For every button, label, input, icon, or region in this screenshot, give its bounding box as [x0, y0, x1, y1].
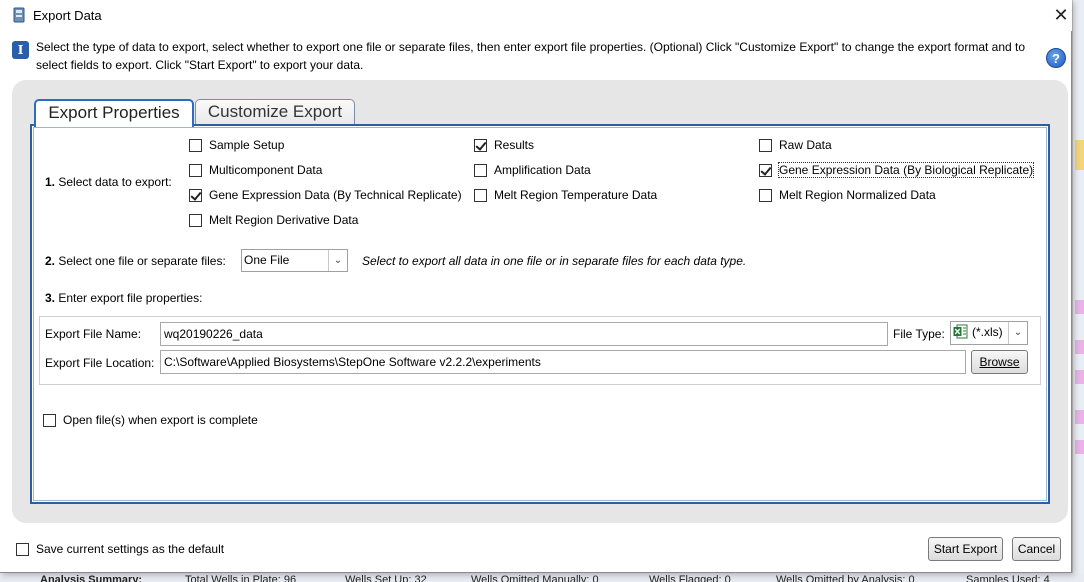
checkbox-melt-region-derivative[interactable]: Melt Region Derivative Data [189, 213, 358, 227]
status-wells-flagged: Wells Flagged: 0 [649, 574, 731, 582]
step3-label: 3. Enter export file properties: [45, 291, 202, 305]
checkbox-box[interactable] [759, 138, 772, 152]
step3-text: Enter export file properties: [58, 291, 203, 305]
step1-number: 1. [45, 175, 56, 189]
checkbox-label: Multicomponent Data [209, 163, 323, 177]
background-status-bar: Analysis Summary: Total Wells in Plate: … [0, 573, 1084, 582]
checkbox-label: Gene Expression Data (By Technical Repli… [209, 188, 462, 202]
checkbox-box[interactable] [759, 163, 772, 177]
background-app-edge [1072, 0, 1084, 582]
export-data-dialog: Export Data ✕ I Select the type of data … [0, 0, 1072, 573]
status-wells-omitted-manually: Wells Omitted Manually: 0 [471, 574, 599, 582]
checkbox-gene-expression-biological[interactable]: Gene Expression Data (By Biological Repl… [759, 162, 1035, 178]
file-type-select[interactable]: (*.xls) ⌄ [950, 321, 1028, 345]
checkbox-label: Amplification Data [494, 163, 591, 177]
checkbox-box[interactable] [474, 138, 487, 152]
close-icon[interactable]: ✕ [1050, 3, 1072, 27]
file-name-label: Export File Name: [45, 327, 142, 341]
file-mode-value: One File [244, 253, 290, 267]
tab-customize-export[interactable]: Customize Export [195, 99, 355, 125]
checkbox-box[interactable] [474, 163, 487, 177]
browse-button-label: Browse [979, 355, 1020, 369]
checkbox-label: Raw Data [779, 138, 832, 152]
checkbox-raw-data[interactable]: Raw Data [759, 138, 832, 152]
checkbox-label: Open file(s) when export is complete [63, 413, 258, 427]
excel-icon [953, 324, 968, 339]
checkbox-box[interactable] [189, 138, 202, 152]
checkbox-melt-region-normalized[interactable]: Melt Region Normalized Data [759, 188, 936, 202]
step2-number: 2. [45, 254, 56, 268]
file-location-label: Export File Location: [45, 356, 155, 370]
checkbox-open-when-complete[interactable]: Open file(s) when export is complete [43, 413, 258, 427]
start-export-button[interactable]: Start Export [928, 537, 1003, 561]
file-name-input[interactable]: wq20190226_data [160, 322, 888, 346]
checkbox-label: Melt Region Temperature Data [494, 188, 658, 202]
checkbox-multicomponent-data[interactable]: Multicomponent Data [189, 163, 322, 177]
checkbox-sample-setup[interactable]: Sample Setup [189, 138, 284, 152]
checkbox-box[interactable] [43, 413, 56, 427]
title-bar: Export Data ✕ [0, 0, 1072, 31]
step2-text: Select one file or separate files: [58, 254, 226, 268]
file-type-value: (*.xls) [972, 325, 1003, 339]
app-icon [13, 7, 25, 23]
status-wells-set-up: Wells Set Up: 32 [345, 574, 427, 582]
status-analysis-summary: Analysis Summary: [40, 574, 143, 582]
checkbox-label: Gene Expression Data (By Biological Repl… [777, 162, 1035, 178]
checkbox-gene-expression-technical[interactable]: Gene Expression Data (By Technical Repli… [189, 188, 462, 202]
checkbox-save-default[interactable]: Save current settings as the default [16, 542, 224, 556]
dialog-title: Export Data [33, 8, 102, 23]
checkbox-label: Melt Region Normalized Data [779, 188, 936, 202]
instructions-text: Select the type of data to export, selec… [36, 40, 1026, 72]
step1-label: 1. Select data to export: [45, 175, 172, 189]
checkbox-box[interactable] [189, 213, 202, 227]
checkbox-box[interactable] [16, 542, 29, 556]
checkbox-results[interactable]: Results [474, 138, 534, 152]
checkbox-melt-region-temperature[interactable]: Melt Region Temperature Data [474, 188, 657, 202]
status-wells-omitted-analysis: Wells Omitted by Analysis: 0 [776, 574, 915, 582]
help-icon[interactable]: ? [1046, 48, 1066, 68]
checkbox-box[interactable] [189, 163, 202, 177]
info-icon: I [12, 41, 29, 59]
cancel-button[interactable]: Cancel [1012, 537, 1061, 561]
status-samples-used: Samples Used: 4 [966, 574, 1050, 582]
file-mode-select[interactable]: One File ⌄ [241, 249, 348, 272]
checkbox-label: Sample Setup [209, 138, 285, 152]
export-properties-panel [30, 124, 1050, 504]
step3-number: 3. [45, 291, 56, 305]
checkbox-amplification-data[interactable]: Amplification Data [474, 163, 591, 177]
tab-export-properties[interactable]: Export Properties [34, 99, 194, 127]
checkbox-label: Melt Region Derivative Data [209, 213, 359, 227]
checkbox-box[interactable] [474, 188, 487, 202]
step1-text: Select data to export: [58, 175, 172, 189]
chevron-down-icon[interactable]: ⌄ [1008, 322, 1027, 344]
file-type-label: File Type: [893, 327, 945, 341]
step2-label: 2. Select one file or separate files: [45, 254, 226, 268]
browse-button[interactable]: Browse [971, 350, 1028, 374]
checkbox-box[interactable] [759, 188, 772, 202]
checkbox-box[interactable] [189, 188, 202, 202]
chevron-down-icon[interactable]: ⌄ [328, 250, 347, 271]
file-location-input[interactable]: C:\Software\Applied Biosystems\StepOne S… [160, 350, 966, 374]
checkbox-label: Save current settings as the default [36, 542, 225, 556]
checkbox-label: Results [494, 138, 535, 152]
status-total-wells: Total Wells in Plate: 96 [185, 574, 297, 582]
file-mode-hint: Select to export all data in one file or… [362, 254, 747, 268]
